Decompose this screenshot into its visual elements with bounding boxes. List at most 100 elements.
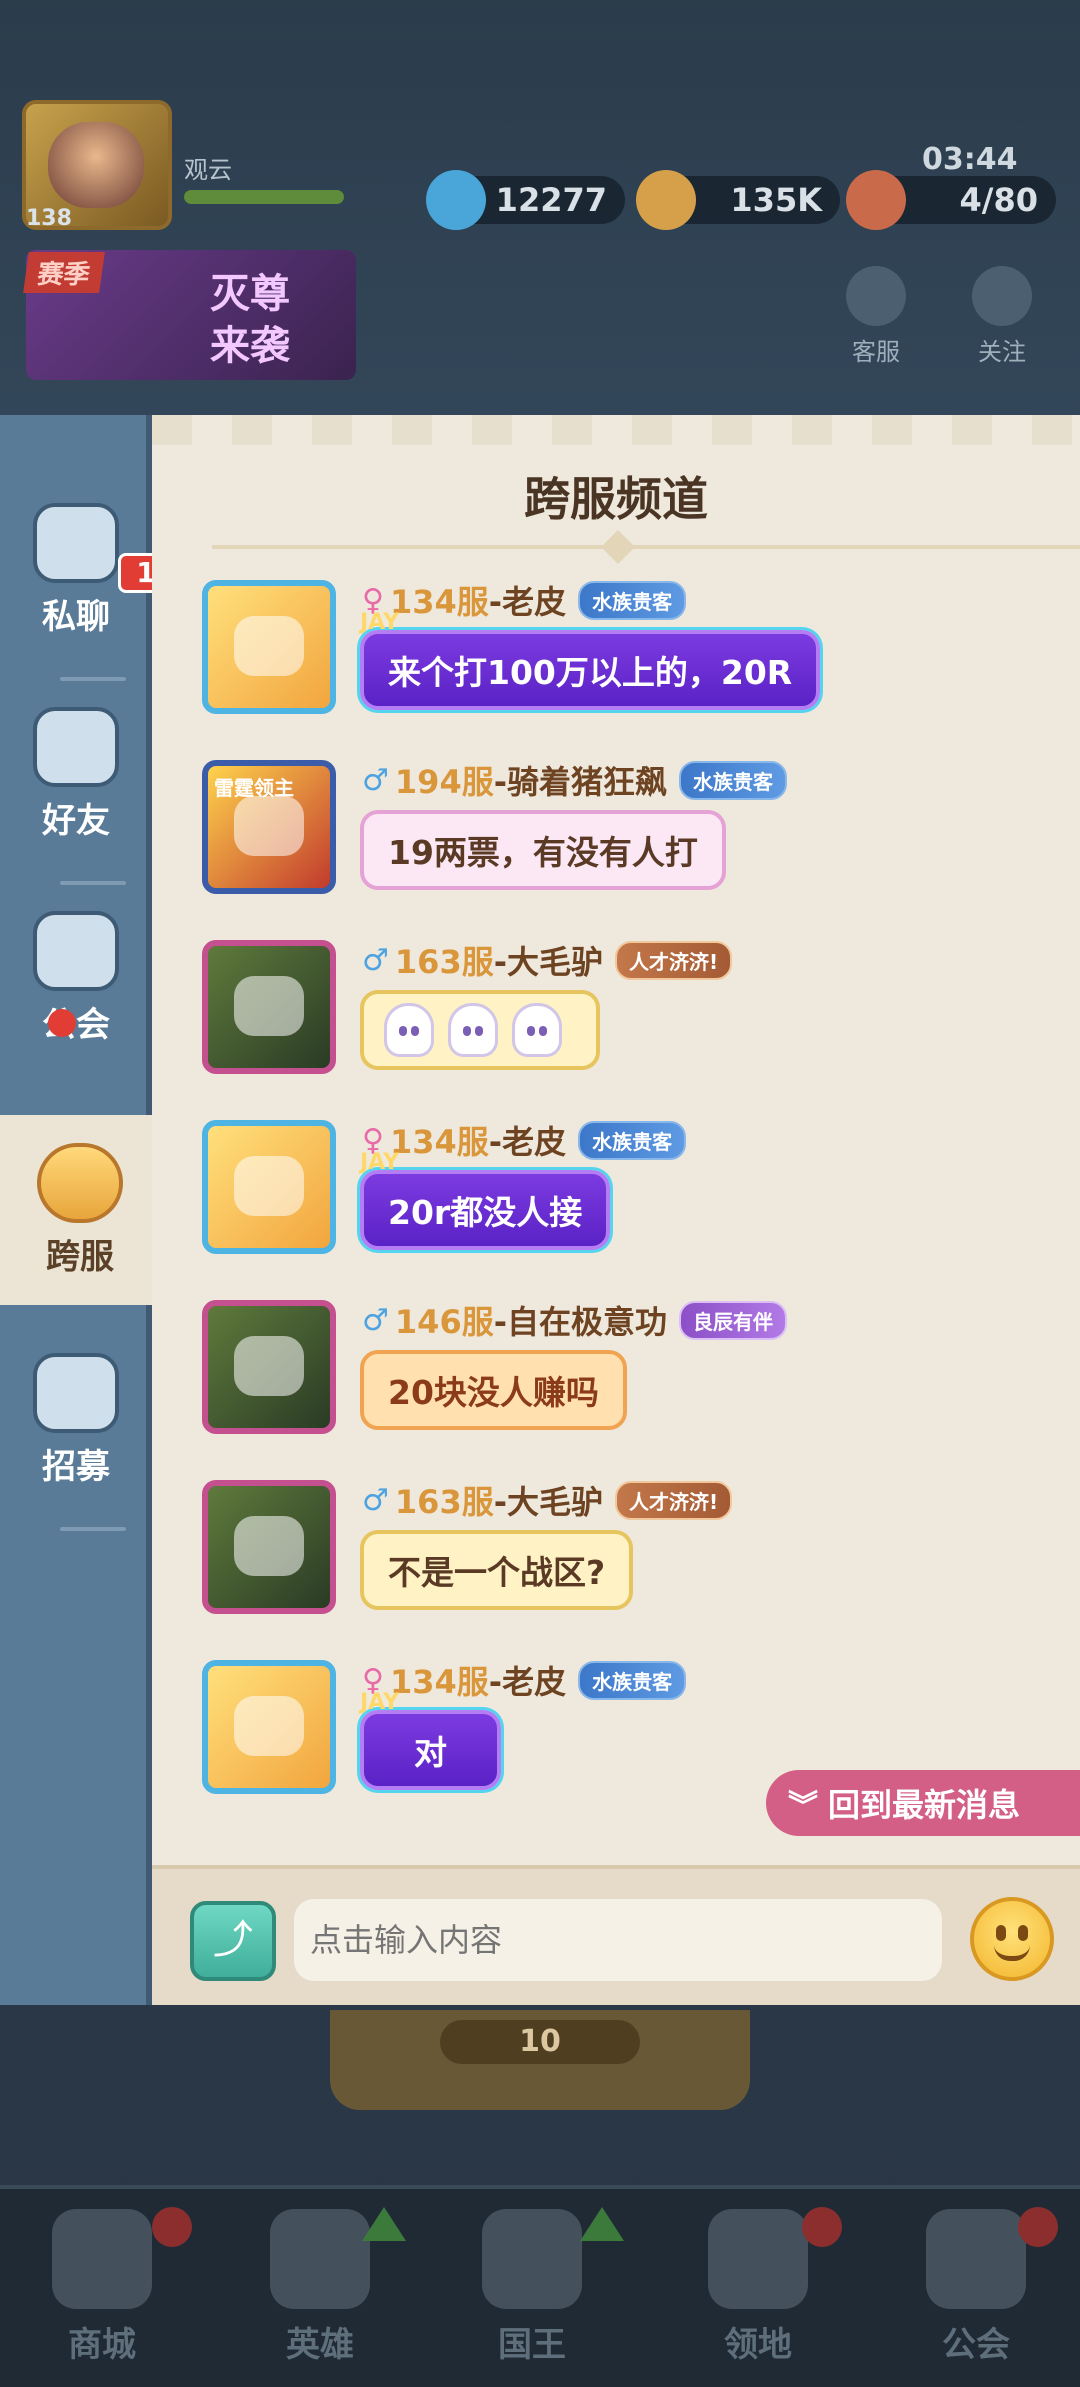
- share-icon: ⤴: [213, 1917, 253, 1963]
- sidebar-item-guild[interactable]: 公会: [0, 883, 152, 1073]
- title-tag: 人才济济!: [615, 1480, 733, 1520]
- game-hud: 138 观云 12277 135K 4/80 03:44 赛季 灭尊 来袭 客服…: [0, 0, 1080, 380]
- castle-icon: [708, 2209, 808, 2309]
- chat-content: 跨服频道 ♀ 134服 -老皮 水族贵客 JAY 来个打100万以上的，20R …: [152, 415, 1080, 2005]
- player-level: 138: [26, 206, 72, 231]
- bottom-nav: 商城 英雄 国王 领地 公会: [0, 2185, 1080, 2387]
- user-avatar[interactable]: [202, 1480, 336, 1614]
- message-text: 20块没人赚吗: [388, 1373, 599, 1412]
- emoji-button[interactable]: [970, 1897, 1054, 1981]
- title-tag: 水族贵客: [578, 1660, 687, 1700]
- message-header: ♂ 194服 -骑着猪狂飙 水族贵客: [362, 757, 788, 803]
- user-avatar[interactable]: [202, 940, 336, 1074]
- user-avatar[interactable]: [202, 580, 336, 714]
- sidebar-item-label: 好友: [42, 800, 110, 841]
- follow-button[interactable]: 关注: [962, 266, 1042, 367]
- user-name[interactable]: -老皮: [489, 577, 566, 623]
- notification-dot: [802, 2207, 842, 2247]
- male-icon: ♂: [362, 1302, 389, 1338]
- sidebar-item-recruit[interactable]: 招募: [0, 1325, 152, 1515]
- gold-value: 135K: [730, 181, 822, 219]
- upgrade-arrow-icon: [580, 2207, 624, 2241]
- chat-message: ♀ 134服 -老皮 水族贵客 JAY 20r都没人接: [202, 1120, 1062, 1290]
- user-name[interactable]: -老皮: [489, 1117, 566, 1163]
- guild-shield-icon: [33, 910, 119, 991]
- title-tag: 水族贵客: [679, 760, 788, 800]
- nav-label: 商城: [68, 2325, 136, 2365]
- planet-icon: [926, 2209, 1026, 2309]
- stamina-value: 4/80: [959, 181, 1038, 219]
- follow-label: 关注: [978, 338, 1026, 366]
- nav-label: 公会: [942, 2325, 1010, 2365]
- star-icon: [972, 266, 1032, 326]
- message-bubble[interactable]: 19两票，有没有人打: [360, 810, 726, 890]
- message-bubble[interactable]: JAY 对: [360, 1690, 501, 1790]
- title-divider: [212, 545, 1080, 549]
- user-name[interactable]: -骑着猪狂飙: [494, 757, 667, 803]
- share-button[interactable]: ⤴: [190, 1901, 276, 1981]
- season-tag: 赛季: [23, 252, 105, 293]
- message-text: 对: [414, 1733, 447, 1772]
- server-label: 163服: [394, 943, 494, 981]
- message-bubble[interactable]: JAY 20r都没人接: [360, 1150, 611, 1250]
- diamond-counter[interactable]: 12277: [426, 170, 625, 230]
- diamond-value: 12277: [495, 181, 607, 219]
- sidebar-item-label: 跨服: [46, 1236, 114, 1277]
- planet-icon: [37, 1142, 123, 1223]
- stamina-counter[interactable]: 4/80: [846, 170, 1056, 230]
- message-header: ♀ 134服 -老皮 水族贵客: [362, 1117, 687, 1163]
- message-bubble[interactable]: [360, 990, 600, 1070]
- player-exp-bar: [184, 190, 344, 204]
- message-text: 不是一个战区?: [388, 1553, 606, 1592]
- customer-service-button[interactable]: 客服: [836, 266, 916, 367]
- headset-icon: [846, 266, 906, 326]
- title-tag: 水族贵客: [578, 1120, 687, 1160]
- message-text: 20r都没人接: [388, 1193, 583, 1232]
- back-to-latest-button[interactable]: ︾ 回到最新消息: [766, 1770, 1080, 1836]
- bubble-decoration: JAY: [360, 610, 400, 635]
- sidebar-item-label: 私聊: [42, 596, 110, 637]
- male-icon: ♂: [362, 1482, 389, 1518]
- sidebar-divider: [60, 1527, 126, 1531]
- user-name[interactable]: -大毛驴: [494, 1477, 603, 1523]
- cat-emoji-icon: [384, 1003, 434, 1057]
- notification-dot: [1018, 2207, 1058, 2247]
- nav-label: 英雄: [286, 2325, 354, 2365]
- message-header: ♂ 146服 -自在极意功 良辰有伴: [362, 1297, 788, 1343]
- server-label: 134服: [389, 1663, 489, 1701]
- user-name[interactable]: -老皮: [489, 1657, 566, 1703]
- user-avatar[interactable]: [202, 1300, 336, 1434]
- title-tag: 人才济济!: [615, 940, 733, 980]
- message-bubble[interactable]: JAY 来个打100万以上的，20R: [360, 610, 821, 710]
- friends-icon: [33, 706, 119, 787]
- sidebar-item-cross-server[interactable]: 跨服: [0, 1115, 160, 1305]
- user-avatar[interactable]: [202, 1660, 336, 1794]
- message-header: ♂ 163服 -大毛驴 人才济济!: [362, 1477, 733, 1523]
- user-name[interactable]: -大毛驴: [494, 937, 603, 983]
- speech-bubble-icon: [33, 502, 119, 583]
- user-avatar[interactable]: [202, 1120, 336, 1254]
- gold-counter[interactable]: 135K: [636, 170, 840, 230]
- title-tag: 良辰有伴: [679, 1300, 788, 1340]
- server-label: 163服: [394, 1483, 494, 1521]
- shop-icon: [52, 2209, 152, 2309]
- upgrade-arrow-icon: [362, 2207, 406, 2241]
- guild-notification-dot: [48, 1009, 76, 1037]
- customer-service-label: 客服: [852, 338, 900, 366]
- user-avatar[interactable]: 雷霆领主: [202, 760, 336, 894]
- back-to-latest-label: 回到最新消息: [828, 1786, 1021, 1824]
- chat-input[interactable]: [294, 1899, 942, 1981]
- crown-icon: [482, 2209, 582, 2309]
- message-bubble[interactable]: 不是一个战区?: [360, 1530, 634, 1610]
- user-name[interactable]: -自在极意功: [494, 1297, 667, 1343]
- sidebar-item-label: 招募: [42, 1446, 110, 1487]
- chat-message: ♂ 163服 -大毛驴 人才济济!: [202, 940, 1062, 1110]
- message-header: ♀ 134服 -老皮 水族贵客: [362, 1657, 687, 1703]
- male-icon: ♂: [362, 942, 389, 978]
- chat-sidebar: 私聊 1 好友 公会 跨服 招募: [0, 415, 174, 2005]
- stamina-cost: 10: [440, 2020, 640, 2064]
- bubble-decoration: JAY: [360, 1150, 400, 1175]
- message-bubble[interactable]: 20块没人赚吗: [360, 1350, 627, 1430]
- nav-label: 国王: [498, 2325, 566, 2365]
- sidebar-item-friends[interactable]: 好友: [0, 679, 152, 869]
